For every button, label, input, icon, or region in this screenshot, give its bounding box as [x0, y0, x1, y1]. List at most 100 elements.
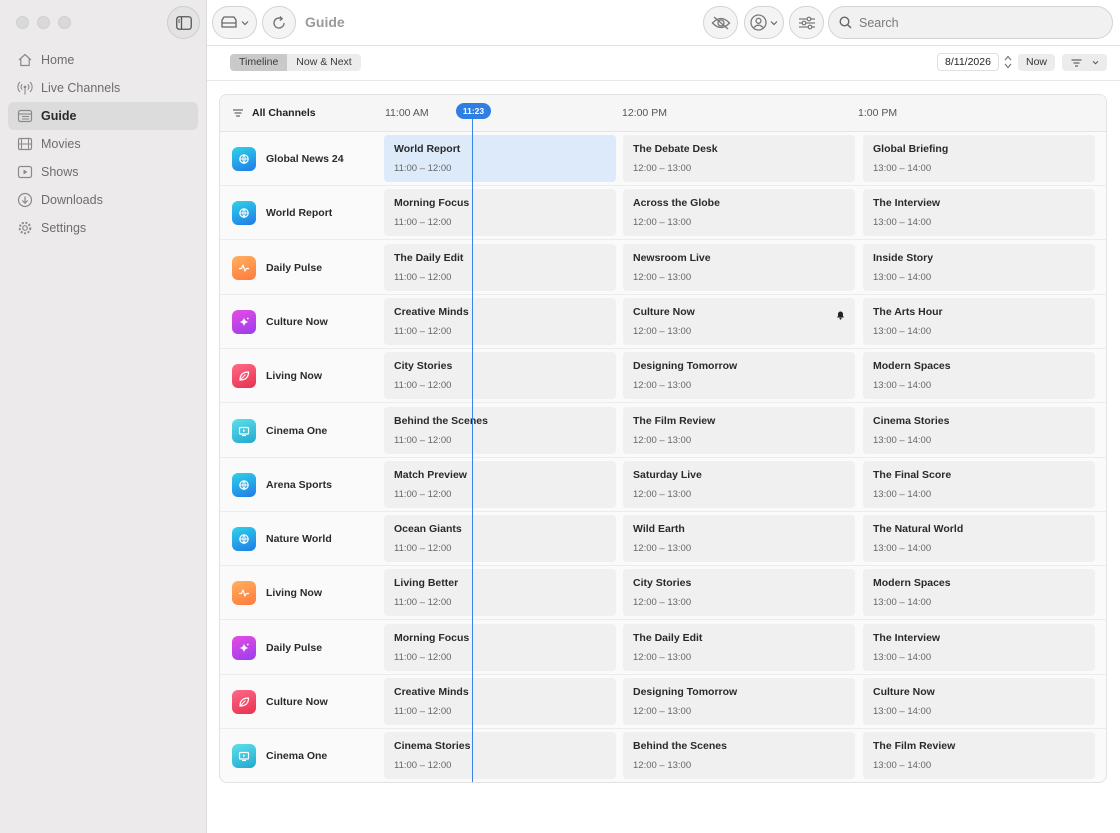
- bell-icon[interactable]: [836, 310, 845, 320]
- program-title: Cinema Stories: [873, 414, 950, 427]
- program-cell[interactable]: Morning Focus 11:00 – 12:00: [384, 189, 616, 237]
- search-input[interactable]: [859, 15, 1089, 30]
- channel-cell[interactable]: Cinema One: [232, 418, 327, 443]
- program-cell[interactable]: The Interview 13:00 – 14:00: [863, 189, 1095, 237]
- program-cell[interactable]: The Debate Desk 12:00 – 13:00: [623, 135, 855, 182]
- channel-cell[interactable]: Living Now: [232, 364, 322, 389]
- channel-cell[interactable]: Global News 24: [232, 147, 344, 171]
- chevron-down-icon: [1092, 60, 1098, 65]
- program-time: 11:00 – 12:00: [394, 434, 452, 446]
- channel-cell[interactable]: Culture Now: [232, 690, 328, 714]
- program-cell[interactable]: Saturday Live 12:00 – 13:00: [623, 460, 855, 508]
- sidebar-item-settings[interactable]: Settings: [8, 214, 198, 242]
- program-cell[interactable]: Global Briefing 13:00 – 14:00: [863, 135, 1095, 182]
- program-cell[interactable]: Wild Earth 12:00 – 13:00: [623, 515, 855, 563]
- program-time: 13:00 – 14:00: [873, 434, 932, 446]
- program-cell[interactable]: Creative Minds 11:00 – 12:00: [384, 297, 616, 345]
- program-time: 12:00 – 13:00: [633, 217, 692, 229]
- program-cell[interactable]: City Stories 11:00 – 12:00: [384, 352, 616, 400]
- channel-name: Daily Pulse: [266, 641, 323, 654]
- channel-cell[interactable]: Culture Now: [232, 309, 328, 334]
- sidebar-item-movies[interactable]: Movies: [8, 130, 198, 158]
- now-button[interactable]: Now: [1018, 54, 1056, 71]
- program-cell[interactable]: Behind the Scenes 11:00 – 12:00: [384, 406, 616, 454]
- globe-icon: [232, 472, 256, 497]
- channel-cell[interactable]: Cinema One: [232, 744, 327, 769]
- program-time: 12:00 – 13:00: [633, 651, 692, 663]
- program-time: 11:00 – 12:00: [394, 325, 452, 337]
- date-stepper-icon[interactable]: [1003, 54, 1013, 70]
- program-cell[interactable]: Cinema Stories 11:00 – 12:00: [384, 732, 616, 780]
- sidebar-item-downloads[interactable]: Downloads: [8, 186, 198, 214]
- program-cell[interactable]: Modern Spaces 13:00 – 14:00: [863, 352, 1095, 400]
- program-title: The Film Review: [873, 740, 956, 753]
- program-title: Morning Focus: [394, 197, 470, 210]
- tv-icon: [232, 744, 256, 769]
- program-cell[interactable]: World Report 11:00 – 12:00: [384, 135, 616, 182]
- program-cell[interactable]: City Stories 12:00 – 13:00: [623, 569, 855, 617]
- timeline-tab[interactable]: Timeline: [230, 54, 288, 71]
- close-window-button[interactable]: [16, 16, 29, 29]
- program-cell[interactable]: The Arts Hour 13:00 – 14:00: [863, 297, 1095, 345]
- program-title: Living Better: [394, 577, 459, 590]
- channel-row: Daily Pulse The Daily Edit 11:00 – 12:00 Ne…: [220, 241, 1106, 295]
- channel-cell[interactable]: Living Now: [232, 581, 322, 606]
- sidebar-item-live-channels[interactable]: Live Channels: [8, 74, 198, 102]
- channel-cell[interactable]: World Report: [232, 201, 332, 226]
- channel-cell[interactable]: Nature World: [232, 527, 332, 552]
- channel-cell[interactable]: Daily Pulse: [232, 635, 323, 660]
- program-cell[interactable]: The Daily Edit 12:00 – 13:00: [623, 623, 855, 671]
- program-cell[interactable]: Newsroom Live 12:00 – 13:00: [623, 243, 855, 291]
- program-cell[interactable]: Modern Spaces 13:00 – 14:00: [863, 569, 1095, 617]
- sidebar-item-guide[interactable]: Guide: [8, 102, 198, 130]
- program-cell[interactable]: Morning Focus 11:00 – 12:00: [384, 623, 616, 671]
- guide-header: All Channels 11:00 AM 12:00 PM 1:00 PM: [220, 95, 1106, 132]
- program-cell[interactable]: The Film Review 12:00 – 13:00: [623, 406, 855, 454]
- program-cell[interactable]: Across the Globe 12:00 – 13:00: [623, 189, 855, 237]
- sidebar-item-home[interactable]: Home: [8, 46, 198, 74]
- program-cell[interactable]: Designing Tomorrow 12:00 – 13:00: [623, 352, 855, 400]
- sidebar-item-shows[interactable]: Shows: [8, 158, 198, 186]
- all-channels-filter[interactable]: All Channels: [233, 107, 316, 119]
- profile-menu-button[interactable]: [744, 6, 784, 39]
- search-icon: [839, 16, 852, 29]
- minimize-window-button[interactable]: [37, 16, 50, 29]
- program-title: Newsroom Live: [633, 251, 711, 264]
- date-field[interactable]: 8/11/2026: [937, 53, 999, 71]
- zoom-window-button[interactable]: [58, 16, 71, 29]
- program-cell[interactable]: Cinema Stories 13:00 – 14:00: [863, 406, 1095, 454]
- program-title: The Interview: [873, 197, 941, 210]
- program-cell[interactable]: Designing Tomorrow 12:00 – 13:00: [623, 678, 855, 725]
- channel-cell[interactable]: Arena Sports: [232, 472, 332, 497]
- sliders-icon: [798, 16, 815, 29]
- program-cell[interactable]: Ocean Giants 11:00 – 12:00: [384, 515, 616, 563]
- sidebar-item-label: Settings: [41, 221, 87, 235]
- program-time: 11:00 – 12:00: [394, 163, 452, 174]
- program-cell[interactable]: The Film Review 13:00 – 14:00: [863, 732, 1095, 780]
- program-cell[interactable]: Culture Now 13:00 – 14:00: [863, 678, 1095, 725]
- search-field[interactable]: [828, 6, 1113, 39]
- program-cell[interactable]: Creative Minds 11:00 – 12:00: [384, 678, 616, 725]
- program-cell[interactable]: The Interview 13:00 – 14:00: [863, 623, 1095, 671]
- refresh-button[interactable]: [262, 6, 296, 39]
- program-title: Global Briefing: [873, 143, 949, 155]
- now-next-tab[interactable]: Now & Next: [287, 54, 360, 71]
- program-title: Morning Focus: [394, 631, 470, 644]
- program-cell[interactable]: Culture Now 12:00 – 13:00: [623, 297, 855, 345]
- program-time: 11:00 – 12:00: [394, 706, 452, 717]
- adjustments-button[interactable]: [789, 6, 824, 39]
- sidebar-toggle-button[interactable]: [167, 6, 200, 39]
- tv-icon: [232, 418, 256, 443]
- program-cell[interactable]: The Daily Edit 11:00 – 12:00: [384, 243, 616, 291]
- program-cell[interactable]: The Final Score 13:00 – 14:00: [863, 460, 1095, 508]
- visibility-button[interactable]: [703, 6, 738, 39]
- channel-cell[interactable]: Daily Pulse: [232, 255, 322, 280]
- cast-menu-button[interactable]: [212, 6, 257, 39]
- program-cell[interactable]: Living Better 11:00 – 12:00: [384, 569, 616, 617]
- program-cell[interactable]: Match Preview 11:00 – 12:00: [384, 460, 616, 508]
- filter-icon: [1071, 58, 1081, 67]
- program-cell[interactable]: Inside Story 13:00 – 14:00: [863, 243, 1095, 291]
- filter-menu-button[interactable]: [1062, 54, 1107, 71]
- program-cell[interactable]: Behind the Scenes 12:00 – 13:00: [623, 732, 855, 780]
- program-cell[interactable]: The Natural World 13:00 – 14:00: [863, 515, 1095, 563]
